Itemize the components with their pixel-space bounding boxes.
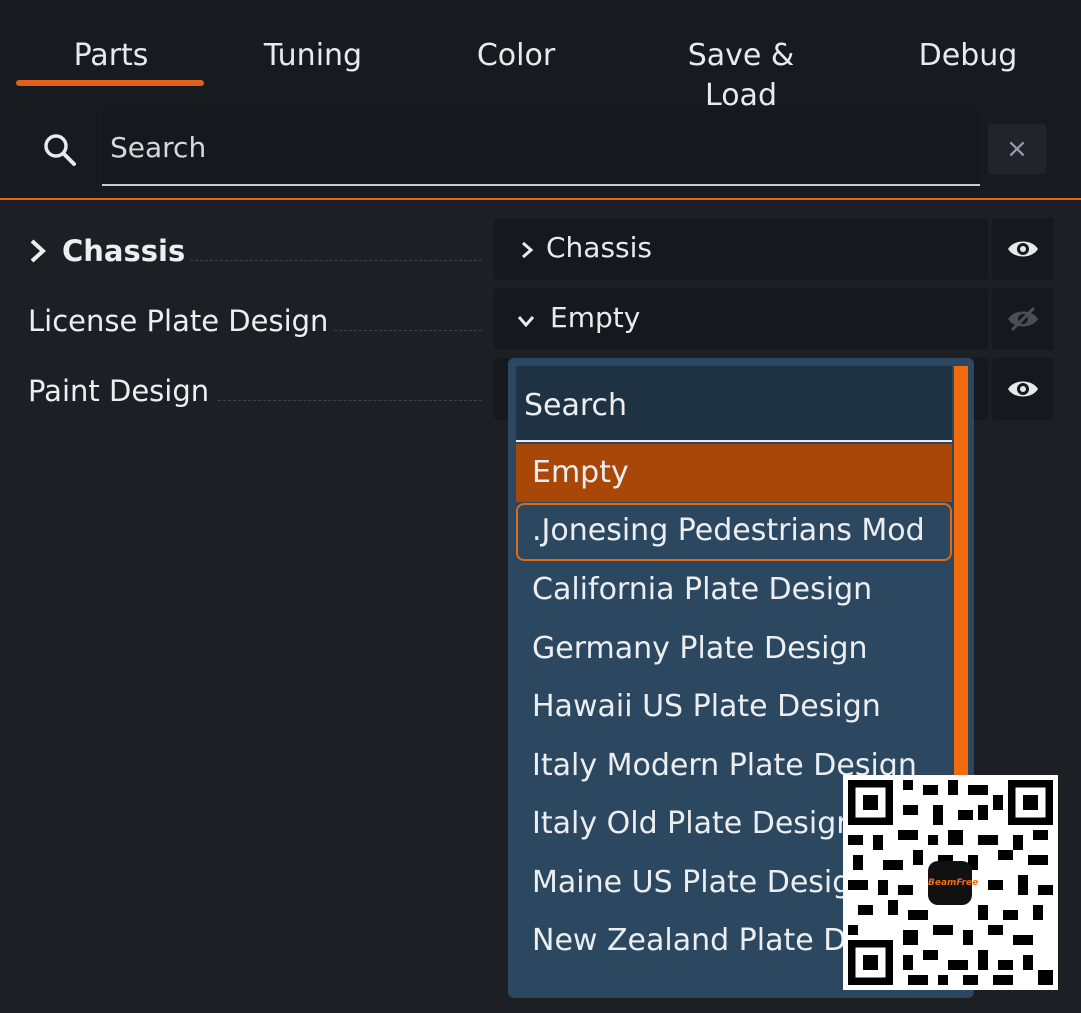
- eye-icon: [1008, 241, 1038, 257]
- dropdown-option[interactable]: .Jonesing Pedestrians Mod: [516, 503, 952, 561]
- dropdown-option[interactable]: Hawaii US Plate Design: [516, 678, 952, 736]
- dropdown-option[interactable]: Germany Plate Design: [516, 620, 952, 678]
- part-label-chassis[interactable]: Chassis: [62, 231, 185, 271]
- part-selector-value: Empty: [550, 301, 641, 334]
- row-leader: [218, 400, 482, 401]
- search-input[interactable]: [102, 110, 980, 186]
- part-label-license-plate-design: License Plate Design: [28, 304, 329, 338]
- part-label-paint-design: Paint Design: [28, 374, 210, 408]
- eye-icon: [1008, 381, 1038, 397]
- dropdown-option[interactable]: California Plate Design: [516, 561, 952, 619]
- row-leader: [334, 330, 482, 331]
- visibility-toggle-paint-design[interactable]: [992, 358, 1054, 420]
- active-tab-indicator: [16, 80, 204, 86]
- row-leader: [190, 260, 482, 261]
- part-selector-license-plate[interactable]: Empty: [494, 288, 988, 350]
- part-selector-chassis[interactable]: Chassis: [494, 218, 988, 280]
- tab-save-load[interactable]: Save & Load: [650, 36, 832, 113]
- search-icon: [44, 134, 76, 166]
- visibility-toggle-chassis[interactable]: [992, 218, 1054, 280]
- chevron-right-icon[interactable]: [28, 238, 48, 264]
- eye-off-icon: [1008, 306, 1038, 332]
- visibility-toggle-license-plate[interactable]: [992, 288, 1054, 350]
- chevron-right-icon: [522, 241, 534, 259]
- part-selector-value: Chassis: [546, 231, 652, 264]
- close-icon[interactable]: ×: [988, 124, 1046, 174]
- tab-debug[interactable]: Debug: [918, 36, 1018, 76]
- tab-tuning[interactable]: Tuning: [262, 36, 364, 76]
- dropdown-search-input[interactable]: Search: [516, 366, 952, 442]
- tab-parts[interactable]: Parts: [72, 36, 150, 76]
- dropdown-option[interactable]: Empty: [516, 444, 952, 502]
- tab-color[interactable]: Color: [476, 36, 556, 76]
- chevron-down-icon: [517, 316, 535, 328]
- qr-logo: BeamFree: [928, 861, 978, 905]
